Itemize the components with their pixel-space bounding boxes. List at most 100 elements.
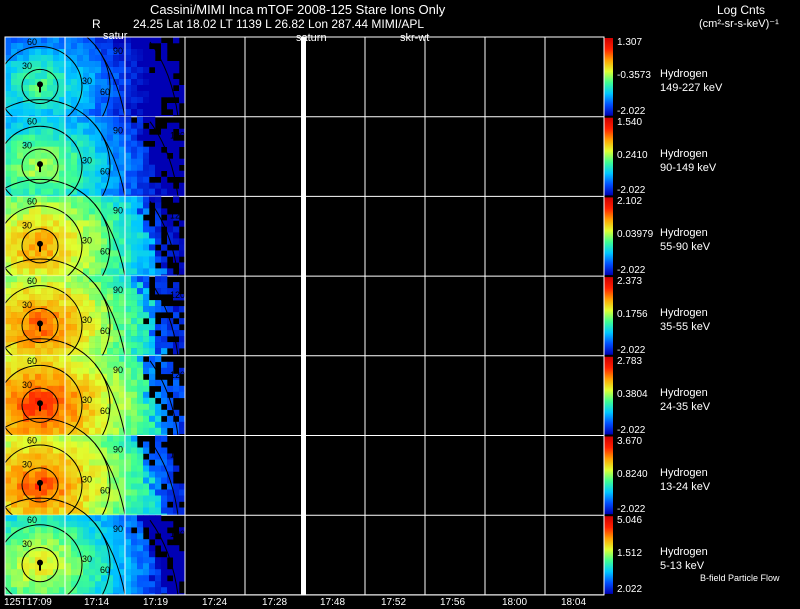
heatmap-cell <box>155 109 162 116</box>
heatmap-cell <box>179 85 186 92</box>
heatmap-cell <box>47 164 54 171</box>
colorbar-min-label: 2.022 <box>617 583 643 595</box>
heatmap-cell <box>119 244 126 251</box>
heatmap-cell <box>113 103 120 110</box>
heatmap-cell <box>71 495 78 502</box>
heatmap-cell <box>65 85 72 92</box>
heatmap-cell <box>161 176 168 183</box>
heatmap-cell <box>161 521 168 528</box>
heatmap-cell <box>131 208 138 215</box>
heatmap-cell <box>113 427 120 435</box>
heatmap-cell <box>155 379 162 387</box>
heatmap-cell <box>137 403 144 411</box>
heatmap-cell <box>173 495 180 502</box>
heatmap-cell <box>167 587 174 594</box>
heatmap-cell <box>71 330 78 337</box>
heatmap-cell <box>71 441 78 448</box>
heatmap-cell <box>137 220 144 227</box>
heatmap-cell <box>173 146 180 153</box>
heatmap-cell <box>53 427 60 435</box>
heatmap-cell <box>143 196 150 203</box>
heatmap-cell <box>131 421 138 429</box>
heatmap-cell <box>137 385 144 393</box>
heatmap-cell <box>143 55 150 62</box>
heatmap-cell <box>35 367 42 375</box>
heatmap-cell <box>161 43 168 50</box>
heatmap-cell <box>89 385 96 393</box>
heatmap-cell <box>149 551 156 558</box>
heatmap-cell <box>83 170 90 177</box>
heatmap-cell <box>11 312 18 319</box>
heatmap-cell <box>161 158 168 165</box>
heatmap-cell <box>23 158 30 165</box>
heatmap-cell <box>71 91 78 98</box>
heatmap-cell <box>83 140 90 147</box>
heatmap-cell <box>119 403 126 411</box>
heatmap-cell <box>65 128 72 135</box>
heatmap-cell <box>125 569 132 576</box>
heatmap-cell <box>101 515 108 522</box>
heatmap-cell <box>137 146 144 153</box>
colorbar-max-label: 1.540 <box>617 116 643 128</box>
heatmap-cell <box>113 182 120 189</box>
heatmap-cell <box>35 61 42 68</box>
heatmap-cell <box>137 312 144 319</box>
heatmap-cell <box>137 489 144 496</box>
heatmap-cell <box>155 232 162 239</box>
heatmap-cell <box>131 312 138 319</box>
heatmap-cell <box>143 348 150 355</box>
heatmap-cell <box>29 128 36 135</box>
contour-label: 60 <box>27 356 37 366</box>
heatmap-cell <box>59 489 66 496</box>
heatmap-cell <box>149 483 156 490</box>
heatmap-cell <box>71 256 78 263</box>
heatmap-cell <box>47 453 54 460</box>
heatmap-cell <box>143 116 150 123</box>
heatmap-cell <box>59 61 66 68</box>
heatmap-cell <box>47 244 54 251</box>
heatmap-cell <box>5 196 12 203</box>
heatmap-cell <box>5 176 12 183</box>
heatmap-cell <box>179 336 186 343</box>
heatmap-cell <box>101 318 108 325</box>
heatmap-cell <box>23 262 30 269</box>
heatmap-cell <box>11 435 18 442</box>
heatmap-cell <box>11 276 18 283</box>
contour-label: 120 <box>170 131 185 141</box>
heatmap-cell <box>41 152 48 159</box>
heatmap-cell <box>11 587 18 594</box>
heatmap-cell <box>47 489 54 496</box>
heatmap-cell <box>29 244 36 251</box>
heatmap-cell <box>59 563 66 570</box>
heatmap-cell <box>161 527 168 534</box>
heatmap-cell <box>89 489 96 496</box>
heatmap-cell <box>71 415 78 423</box>
heatmap-cell <box>143 545 150 552</box>
heatmap-cell <box>107 196 114 203</box>
heatmap-cell <box>149 557 156 564</box>
heatmap-cell <box>47 435 54 442</box>
heatmap-cell <box>35 134 42 141</box>
heatmap-cell <box>35 312 42 319</box>
panel-species-label: Hydrogen <box>660 307 708 320</box>
heatmap-cell <box>101 232 108 239</box>
heatmap-cell <box>119 158 126 165</box>
heatmap-cell <box>83 527 90 534</box>
heatmap-cell <box>173 232 180 239</box>
heatmap-cell <box>125 483 132 490</box>
heatmap-cell <box>125 182 132 189</box>
heatmap-cell <box>113 581 120 588</box>
heatmap-cell <box>143 495 150 502</box>
heatmap-cell <box>125 55 132 62</box>
contour-label: 30 <box>82 315 92 325</box>
heatmap-cell <box>95 318 102 325</box>
heatmap-cell <box>161 587 168 594</box>
heatmap-cell <box>47 85 54 92</box>
heatmap-cell <box>71 85 78 92</box>
heatmap-cell <box>71 318 78 325</box>
heatmap-cell <box>137 250 144 257</box>
heatmap-cell <box>59 403 66 411</box>
colorbar-min-label: -2.022 <box>617 504 646 516</box>
heatmap-cell <box>11 91 18 98</box>
heatmap-cell <box>119 73 126 80</box>
